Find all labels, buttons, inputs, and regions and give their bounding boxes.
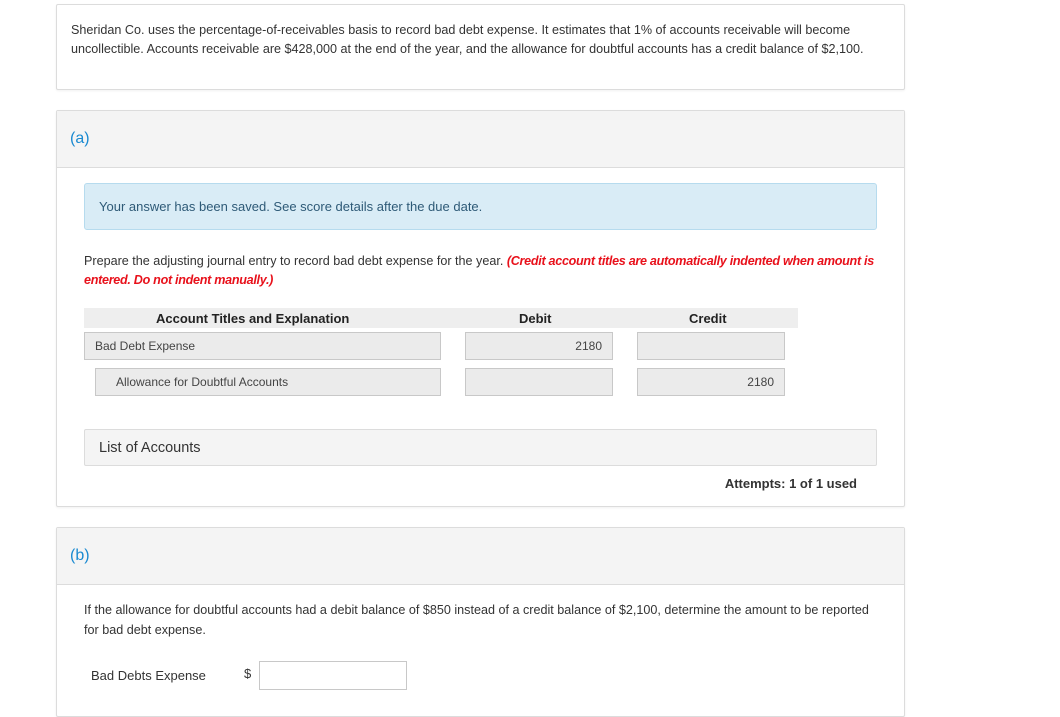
problem-statement-card: Sheridan Co. uses the percentage-of-rece… xyxy=(56,4,905,90)
row1-credit-field[interactable] xyxy=(637,332,785,360)
instructions: Prepare the adjusting journal entry to r… xyxy=(84,252,884,290)
part-b-question: If the allowance for doubtful accounts h… xyxy=(84,603,869,637)
part-b-card: (b) If the allowance for doubtful accoun… xyxy=(56,527,905,717)
part-a-header: (a) xyxy=(57,111,904,168)
attempts-counter: Attempts: 1 of 1 used xyxy=(724,476,857,491)
row1-debit-field[interactable]: 2180 xyxy=(465,332,613,360)
row2-credit-field[interactable]: 2180 xyxy=(637,368,785,396)
bad-debts-expense-input[interactable] xyxy=(259,661,407,690)
row2-account-field[interactable]: Allowance for Doubtful Accounts xyxy=(95,368,441,396)
problem-statement: Sheridan Co. uses the percentage-of-rece… xyxy=(71,23,864,56)
bad-debts-expense-label: Bad Debts Expense xyxy=(91,668,206,683)
dollar-sign: $ xyxy=(244,666,252,681)
row2-debit-field[interactable] xyxy=(465,368,613,396)
journal-table-header: Account Titles and Explanation Debit Cre… xyxy=(84,308,798,328)
part-b-header: (b) xyxy=(57,528,904,585)
saved-alert: Your answer has been saved. See score de… xyxy=(84,183,877,230)
instruction-text: Prepare the adjusting journal entry to r… xyxy=(84,254,504,268)
list-of-accounts-button[interactable]: List of Accounts xyxy=(84,429,877,466)
header-account-titles: Account Titles and Explanation xyxy=(156,311,350,326)
part-a-card: (a) Your answer has been saved. See scor… xyxy=(56,110,905,507)
header-debit: Debit xyxy=(519,311,552,326)
row1-account-field[interactable]: Bad Debt Expense xyxy=(84,332,441,360)
header-credit: Credit xyxy=(689,311,727,326)
